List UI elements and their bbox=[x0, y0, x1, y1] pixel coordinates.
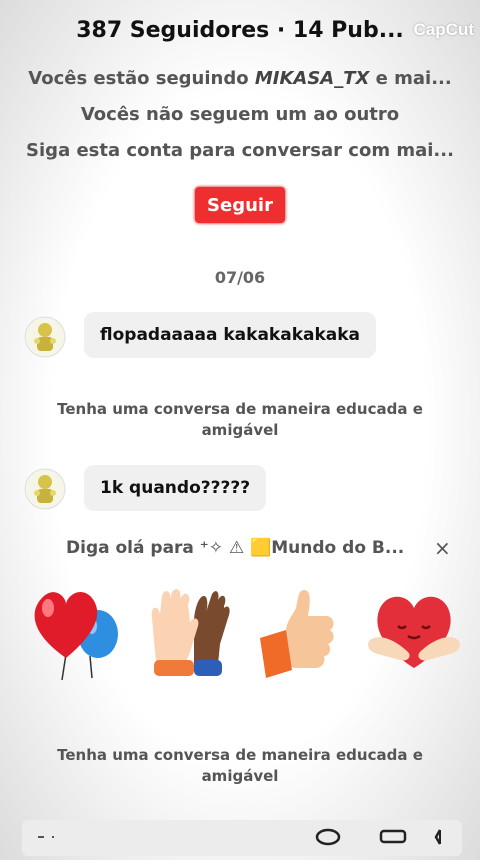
page-title: 387 Seguidores · 14 Pub... bbox=[76, 18, 404, 43]
follow-button[interactable]: Seguir bbox=[195, 187, 285, 223]
nav-icons bbox=[38, 828, 442, 846]
conversation-notice: Tenha uma conversa de maneira educada e … bbox=[57, 746, 423, 785]
home-icon bbox=[315, 828, 341, 846]
heart-balloons-icon[interactable] bbox=[24, 582, 124, 682]
message-bubble[interactable]: flopadaaaaa kakakakakaka bbox=[84, 312, 377, 358]
navigation-bar bbox=[22, 820, 462, 856]
recent-apps-icon bbox=[379, 829, 407, 844]
heart-hug-icon[interactable] bbox=[364, 582, 464, 682]
conversation-notice: Tenha uma conversa de maneira educada e … bbox=[57, 400, 423, 439]
followed-username[interactable]: MIKASA_TX bbox=[255, 68, 370, 89]
back-icon bbox=[434, 829, 442, 845]
avatar-image bbox=[24, 316, 66, 358]
avatar[interactable] bbox=[24, 468, 66, 510]
thumbs-up-icon[interactable] bbox=[252, 582, 352, 682]
nav-dots-icon bbox=[38, 836, 54, 838]
close-icon[interactable]: × bbox=[434, 536, 451, 560]
info-follow-hint: Siga esta conta para conversar com mai..… bbox=[26, 140, 454, 161]
avatar-image bbox=[24, 468, 66, 510]
capcut-watermark: CapCut bbox=[413, 20, 474, 39]
header: 387 Seguidores · 14 Pub... bbox=[0, 18, 480, 43]
greeting-text: Diga olá para ⁺✧ ⚠ 🟨Mundo do B... bbox=[66, 538, 405, 558]
sticker-row bbox=[24, 582, 464, 682]
avatar[interactable] bbox=[24, 316, 66, 358]
info-mutual-line: Vocês não seguem um ao outro bbox=[80, 104, 400, 125]
chat-date: 07/06 bbox=[214, 268, 266, 287]
high-five-icon[interactable] bbox=[138, 582, 238, 682]
message-bubble[interactable]: 1k quando????? bbox=[84, 465, 267, 511]
info-following-line: Vocês estão seguindo MIKASA_TX e mai... bbox=[28, 68, 452, 89]
